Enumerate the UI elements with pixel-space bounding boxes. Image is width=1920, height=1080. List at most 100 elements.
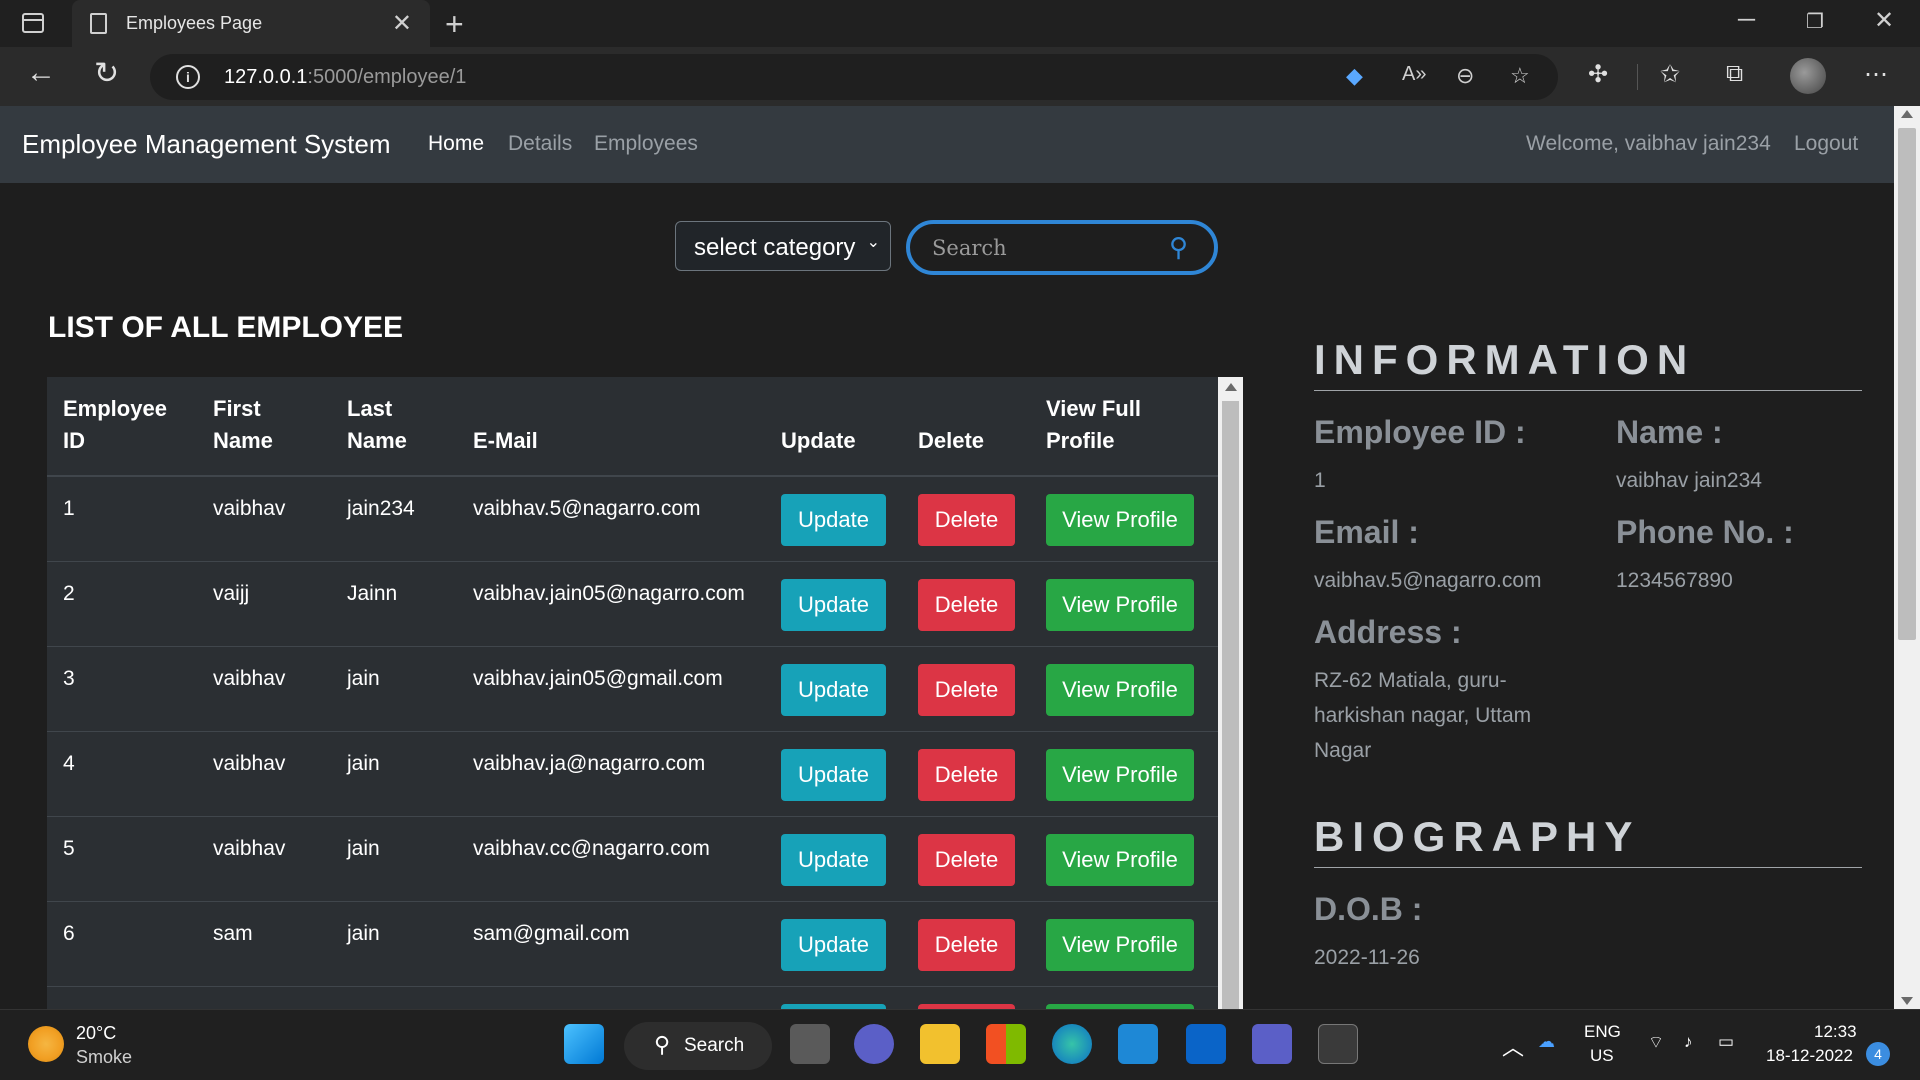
table-scrollbar[interactable]: [1218, 377, 1243, 1009]
scroll-down-icon[interactable]: [1901, 997, 1913, 1005]
view-profile-button[interactable]: View Profile: [1046, 579, 1194, 631]
scroll-up-icon[interactable]: [1901, 110, 1913, 118]
view-profile-button[interactable]: View Profile: [1046, 834, 1194, 886]
add-favorite-icon[interactable]: ☆: [1510, 63, 1530, 89]
information-panel: INFORMATION Employee ID : 1 Name : vaibh…: [1314, 336, 1862, 762]
profile-avatar[interactable]: [1790, 58, 1826, 94]
chevron-down-icon: ⌄: [866, 234, 880, 251]
collections-icon[interactable]: ⧉: [1726, 60, 1743, 88]
weather-temp[interactable]: 20°C: [76, 1023, 116, 1044]
update-button[interactable]: Update: [781, 494, 886, 546]
cell-employee-id: 5: [63, 837, 75, 860]
cell-email: vaibhav.jain05@gmail.com: [473, 667, 723, 690]
minimize-icon[interactable]: ─: [1738, 6, 1755, 34]
header-employee-id: Employee ID: [63, 396, 167, 453]
teams-icon[interactable]: [1252, 1024, 1292, 1064]
table-scroll-thumb[interactable]: [1222, 401, 1239, 1009]
favorites-icon[interactable]: ✩: [1660, 60, 1680, 89]
reload-icon[interactable]: ↻: [94, 56, 119, 91]
view-profile-button[interactable]: View Profile: [1046, 749, 1194, 801]
logout-link[interactable]: Logout: [1794, 132, 1858, 156]
chevron-up-icon[interactable]: ︿: [1502, 1030, 1524, 1062]
brand-link[interactable]: Employee Management System: [22, 129, 391, 160]
clock-date[interactable]: 18-12-2022: [1766, 1046, 1853, 1066]
wifi-icon[interactable]: ⌔: [1648, 1032, 1664, 1053]
cell-employee-id: 6: [63, 922, 75, 945]
phone-value: 1234567890: [1616, 569, 1733, 592]
page-icon: [90, 13, 107, 34]
delete-button[interactable]: Delete: [918, 749, 1015, 801]
weather-condition[interactable]: Smoke: [76, 1047, 132, 1068]
language-bottom[interactable]: US: [1590, 1046, 1614, 1066]
outlook-icon[interactable]: [1186, 1024, 1226, 1064]
cell-employee-id: 4: [63, 752, 75, 775]
task-view-icon[interactable]: [790, 1024, 830, 1064]
vscode-icon[interactable]: [1118, 1024, 1158, 1064]
window-icon[interactable]: [22, 13, 44, 33]
browser-tab[interactable]: Employees Page ✕: [72, 0, 430, 47]
restore-icon[interactable]: ❐: [1806, 9, 1824, 34]
table-row: 3 vaibhav jain vaibhav.jain05@gmail.com Upda…: [47, 647, 1218, 732]
page-scroll-thumb[interactable]: [1898, 128, 1916, 640]
table-row: 4 vaibhav jain vaibhav.ja@nagarro.com Update…: [47, 732, 1218, 817]
update-button[interactable]: Update: [781, 664, 886, 716]
nav-home[interactable]: Home: [428, 132, 484, 156]
store-icon[interactable]: [986, 1024, 1026, 1064]
view-profile-button[interactable]: View Profile: [1046, 664, 1194, 716]
update-button[interactable]: Update: [781, 834, 886, 886]
employee-table: Employee ID First Name Last Name E-Mail Upd…: [47, 377, 1218, 1009]
new-tab-icon[interactable]: +: [445, 6, 464, 43]
notification-badge[interactable]: 4: [1866, 1042, 1890, 1066]
nav-employees[interactable]: Employees: [594, 132, 698, 156]
update-button[interactable]: Update: [781, 919, 886, 971]
cell-last-name: jain: [347, 752, 380, 775]
onedrive-icon[interactable]: ☁: [1538, 1032, 1555, 1052]
battery-icon[interactable]: ▭: [1718, 1032, 1734, 1052]
url-text[interactable]: 127.0.0.1:5000/employee/1: [224, 66, 466, 89]
weather-icon[interactable]: [28, 1026, 64, 1062]
start-icon[interactable]: [564, 1024, 604, 1064]
cell-last-name: jain234: [347, 497, 415, 520]
employee-table-container: Employee ID First Name Last Name E-Mail Upd…: [47, 377, 1243, 1009]
search-icon[interactable]: ⚲: [1169, 232, 1188, 263]
extensions-icon[interactable]: ✣: [1588, 60, 1608, 89]
delete-button[interactable]: Delete: [918, 664, 1015, 716]
clock-time[interactable]: 12:33: [1814, 1022, 1857, 1042]
view-profile-button[interactable]: View Profile: [1046, 494, 1194, 546]
delete-button[interactable]: Delete: [918, 919, 1015, 971]
close-window-icon[interactable]: ✕: [1874, 6, 1894, 35]
tag-icon[interactable]: ◆: [1346, 63, 1363, 89]
employee-id-label: Employee ID :: [1314, 414, 1526, 450]
zoom-out-icon[interactable]: ⊖: [1456, 63, 1474, 89]
taskbar-search[interactable]: ⚲ Search: [624, 1022, 772, 1070]
nav-details[interactable]: Details: [508, 132, 572, 156]
edge-icon[interactable]: [1052, 1024, 1092, 1064]
chat-icon[interactable]: [854, 1024, 894, 1064]
delete-button[interactable]: Delete: [918, 494, 1015, 546]
delete-button[interactable]: Delete: [918, 579, 1015, 631]
update-button[interactable]: Update: [781, 749, 886, 801]
page-scrollbar[interactable]: [1894, 106, 1920, 1009]
cell-email: sam@gmail.com: [473, 922, 630, 945]
update-button[interactable]: Update: [781, 579, 886, 631]
cell-first-name: vaijj: [213, 582, 250, 605]
browser-tab-bar: Employees Page ✕ + ─ ❐ ✕: [0, 0, 1920, 47]
view-profile-button[interactable]: View Profile: [1046, 919, 1194, 971]
search-input[interactable]: [932, 234, 1152, 262]
read-aloud-icon[interactable]: A»: [1402, 63, 1426, 86]
back-icon[interactable]: ←: [26, 56, 56, 90]
info-icon[interactable]: i: [176, 65, 200, 89]
file-explorer-icon[interactable]: [920, 1024, 960, 1064]
close-icon[interactable]: ✕: [392, 9, 412, 38]
delete-button[interactable]: Delete: [918, 834, 1015, 886]
employee-id-value: 1: [1314, 469, 1326, 492]
category-select[interactable]: select category ⌄: [675, 221, 891, 271]
volume-icon[interactable]: ♪: [1684, 1032, 1693, 1052]
more-icon[interactable]: ⋯: [1864, 60, 1888, 89]
url-field[interactable]: i 127.0.0.1:5000/employee/1 ◆ A» ⊖ ☆: [150, 54, 1558, 100]
language-top[interactable]: ENG: [1584, 1022, 1621, 1042]
terminal-icon[interactable]: [1318, 1024, 1358, 1064]
search-box[interactable]: ⚲: [906, 220, 1218, 275]
scroll-up-icon[interactable]: [1225, 383, 1237, 391]
cell-last-name: jain: [347, 667, 380, 690]
